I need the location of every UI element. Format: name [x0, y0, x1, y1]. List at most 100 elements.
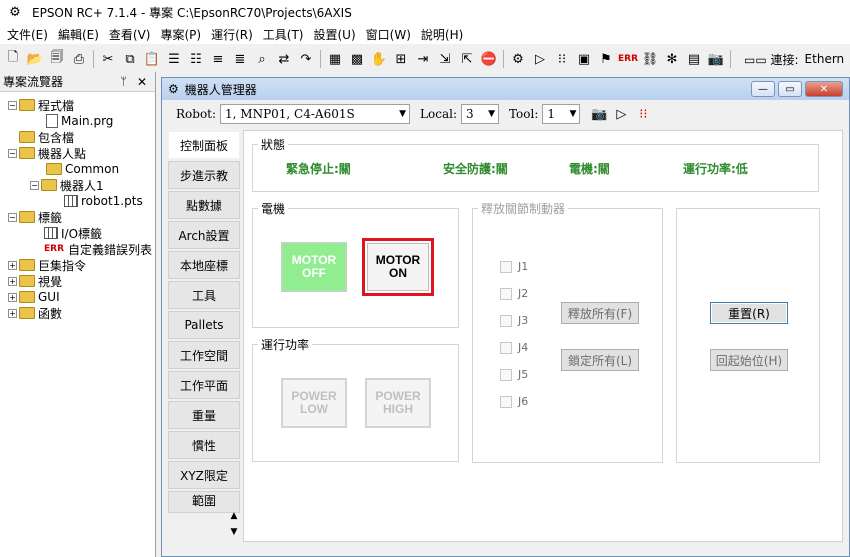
expander-icon[interactable]: − — [8, 148, 17, 158]
menu-edit[interactable]: 編輯(E) — [53, 26, 104, 43]
tree-item-robot1-pts[interactable]: robot1.pts — [64, 193, 143, 209]
cut-icon[interactable]: ✂ — [99, 50, 117, 68]
save-all-icon[interactable]: 🗐 — [48, 50, 66, 68]
scroll-up-icon[interactable]: ▲ — [228, 511, 240, 525]
tab-control-panel[interactable]: 控制面板 — [168, 131, 240, 159]
tab-inertia[interactable]: 慣性 — [168, 431, 240, 459]
power-high-button[interactable]: POWER HIGH — [365, 378, 431, 428]
io-monitor-icon[interactable]: ⊞ — [392, 50, 410, 68]
vision-icon[interactable]: ✻ — [663, 50, 681, 68]
motor-on-button[interactable]: MOTOR ON — [367, 243, 429, 291]
copy-icon[interactable]: ⧉ — [121, 50, 139, 68]
tab-work-plane[interactable]: 工作平面 — [168, 371, 240, 399]
menu-project[interactable]: 專案(P) — [155, 26, 206, 43]
tab-xyz-limits[interactable]: XYZ限定 — [168, 461, 240, 489]
step-icon[interactable]: ⇥ — [414, 50, 432, 68]
menu-help[interactable]: 說明(H) — [416, 26, 468, 43]
power-low-button[interactable]: POWER LOW — [281, 378, 347, 428]
io-grid-icon[interactable]: ⁝⁝ — [634, 105, 652, 123]
uncomment-icon[interactable]: ≣ — [231, 50, 249, 68]
status-icon[interactable]: ⚑ — [597, 50, 615, 68]
joint-j1-checkbox[interactable]: J1 — [500, 260, 528, 273]
paste-icon[interactable]: 📋 — [143, 50, 161, 68]
tree-item-labels[interactable]: − 標籤 — [8, 209, 62, 225]
expander-icon[interactable]: − — [30, 180, 39, 190]
step-into-icon[interactable]: ⇲ — [436, 50, 454, 68]
expander-icon[interactable]: − — [8, 212, 17, 222]
controller-icon[interactable]: ▣ — [575, 50, 593, 68]
command-window-icon[interactable]: ▷ — [612, 105, 630, 123]
comment-icon[interactable]: ≡ — [209, 50, 227, 68]
tree-item-robot1[interactable]: − 機器人1 — [30, 177, 104, 193]
command-window-icon[interactable]: ▷ — [531, 50, 549, 68]
robot-manager-icon[interactable]: ⚙ — [509, 50, 527, 68]
menu-window[interactable]: 窗口(W) — [361, 26, 416, 43]
build-icon[interactable]: ▦ — [326, 50, 344, 68]
menu-tools[interactable]: 工具(T) — [258, 26, 309, 43]
io-grid-icon[interactable]: ⁝⁝ — [553, 50, 571, 68]
minimize-button[interactable]: — — [751, 81, 775, 97]
tab-jog-teach[interactable]: 步進示教 — [168, 161, 240, 189]
stop-icon[interactable]: ⛔ — [480, 50, 498, 68]
tree-item-main-prg[interactable]: Main.prg — [46, 113, 113, 129]
find-next-icon[interactable]: ↷ — [297, 50, 315, 68]
tab-arch[interactable]: Arch設置 — [168, 221, 240, 249]
scroll-down-icon[interactable]: ▼ — [228, 527, 240, 541]
pin-icon[interactable]: ᛘ — [120, 75, 127, 88]
tree-item-functions[interactable]: + 函數 — [8, 305, 62, 321]
connection-value[interactable]: Ethern — [805, 52, 845, 66]
new-file-icon[interactable]: 🗋 — [4, 50, 22, 68]
tree-item-includes[interactable]: 包含檔 — [19, 129, 74, 145]
close-icon[interactable]: ✕ — [137, 75, 147, 89]
tree-item-vision[interactable]: + 視覺 — [8, 273, 62, 289]
motor-off-button[interactable]: MOTOR OFF — [281, 242, 347, 292]
replace-icon[interactable]: ⇄ — [275, 50, 293, 68]
tab-tools[interactable]: 工具 — [168, 281, 240, 309]
tab-pallets[interactable]: Pallets — [168, 311, 240, 339]
tree-item-gui[interactable]: + GUI — [8, 289, 60, 305]
find-icon[interactable]: ⌕ — [253, 50, 271, 68]
camera-icon[interactable]: 📷 — [590, 105, 608, 123]
joint-j6-checkbox[interactable]: J6 — [500, 395, 528, 408]
tab-points[interactable]: 點數據 — [168, 191, 240, 219]
local-select[interactable]: 3 ▼ — [460, 104, 499, 124]
home-button[interactable]: 回起始位(H) — [710, 349, 788, 371]
tree-item-robot-points[interactable]: − 機器人點 — [8, 145, 86, 161]
tool-select[interactable]: 1 ▼ — [542, 104, 581, 124]
robot-select[interactable]: 1, MNP01, C4-A601S ▼ — [220, 104, 411, 124]
joint-j3-checkbox[interactable]: J3 — [500, 314, 528, 327]
menu-view[interactable]: 查看(V) — [104, 26, 156, 43]
restore-button[interactable]: ▭ — [778, 81, 802, 97]
reset-button[interactable]: 重置(R) — [710, 302, 788, 324]
camera-icon[interactable]: 📷 — [707, 50, 725, 68]
close-button[interactable]: ✕ — [805, 81, 843, 97]
tab-weight[interactable]: 重量 — [168, 401, 240, 429]
list-icon[interactable]: ▤ — [685, 50, 703, 68]
menu-file[interactable]: 文件(E) — [2, 26, 53, 43]
tree-item-macros[interactable]: + 巨集指令 — [8, 257, 86, 273]
outdent-icon[interactable]: ☷ — [187, 50, 205, 68]
lock-all-button[interactable]: 鎖定所有(L) — [561, 349, 639, 371]
tree-item-programs[interactable]: − 程式檔 — [8, 97, 74, 113]
indent-icon[interactable]: ☰ — [165, 50, 183, 68]
expander-icon[interactable]: + — [8, 276, 17, 286]
release-all-button[interactable]: 釋放所有(F) — [561, 302, 639, 324]
expander-icon[interactable]: + — [8, 260, 17, 270]
error-icon[interactable]: ERR — [618, 50, 638, 68]
menu-run[interactable]: 運行(R) — [206, 26, 258, 43]
tree-item-io-labels[interactable]: I/O標籤 — [44, 225, 102, 241]
joint-j2-checkbox[interactable]: J2 — [500, 287, 528, 300]
tree-item-common[interactable]: Common — [46, 161, 119, 177]
expander-icon[interactable]: − — [8, 100, 17, 110]
expander-icon[interactable]: + — [8, 292, 17, 302]
joint-j4-checkbox[interactable]: J4 — [500, 341, 528, 354]
print-icon[interactable]: ⎙ — [70, 50, 88, 68]
expander-icon[interactable]: + — [8, 308, 17, 318]
build-all-icon[interactable]: ▩ — [348, 50, 366, 68]
tab-range[interactable]: 範圍 — [168, 491, 240, 513]
tab-locals[interactable]: 本地座標 — [168, 251, 240, 279]
tab-work-space[interactable]: 工作空間 — [168, 341, 240, 369]
joint-j5-checkbox[interactable]: J5 — [500, 368, 528, 381]
step-out-icon[interactable]: ⇱ — [458, 50, 476, 68]
network-icon[interactable]: ⛓ — [641, 50, 659, 68]
